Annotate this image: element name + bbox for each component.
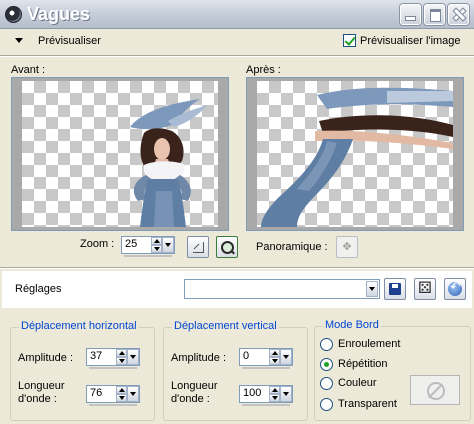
spin-down-icon[interactable] (269, 357, 280, 365)
v-amplitude-spinner[interactable] (269, 349, 280, 365)
v-amplitude-label: Amplitude : (171, 352, 227, 364)
v-wavelength-spinner[interactable] (269, 386, 280, 402)
spin-up-icon[interactable] (116, 349, 127, 357)
before-preview[interactable] (11, 77, 229, 231)
v-wavelength-slider[interactable] (242, 404, 290, 406)
spin-up-icon[interactable] (151, 237, 162, 245)
h-wavelength-label-line2: d'onde : (18, 393, 57, 405)
h-wavelength-dropdown-button[interactable] (127, 386, 139, 402)
v-wavelength-label-line2: d'onde : (171, 393, 210, 405)
radio-transparent[interactable] (320, 398, 333, 411)
show-preview-checkbox[interactable] (343, 34, 356, 47)
v-wavelength-value: 100 (243, 387, 262, 399)
v-wavelength-label-line1: Longueur (171, 380, 218, 392)
edge-mode-title: Mode Bord (323, 319, 381, 331)
v-amplitude-value: 0 (243, 350, 250, 362)
radio-repeat[interactable] (320, 358, 333, 371)
radio-repeat-label[interactable]: Répétition (338, 358, 388, 370)
radio-transparent-label[interactable]: Transparent (338, 398, 397, 410)
spin-up-icon[interactable] (269, 349, 280, 357)
move-icon[interactable]: ✥ (336, 236, 358, 258)
h-wavelength-slider[interactable] (89, 404, 137, 406)
spin-down-icon[interactable] (151, 245, 162, 253)
after-label: Après : (246, 64, 281, 76)
h-amplitude-value: 37 (90, 350, 103, 362)
h-amplitude-slider[interactable] (89, 367, 137, 369)
woman-photo (130, 99, 208, 227)
h-amplitude-spinner[interactable] (116, 349, 127, 365)
radio-color[interactable] (320, 377, 333, 390)
spin-down-icon[interactable] (269, 394, 280, 402)
reset-button[interactable] (444, 278, 466, 300)
preset-select[interactable] (184, 279, 380, 299)
randomize-button[interactable] (414, 278, 436, 300)
zoom-label: Zoom : (80, 238, 115, 250)
horizontal-offset-title: Déplacement horizontal (19, 320, 139, 332)
show-preview-label[interactable]: Prévisualiser l'image (360, 35, 461, 47)
spin-up-icon[interactable] (116, 386, 127, 394)
v-wavelength-dropdown-button[interactable] (280, 386, 292, 402)
vertical-offset-title: Déplacement vertical (172, 320, 279, 332)
minimize-button[interactable] (400, 4, 421, 25)
v-amplitude-input[interactable]: 0 (239, 348, 293, 369)
preset-dropdown-button[interactable] (366, 281, 378, 297)
window-title: Vagues (27, 4, 91, 24)
v-amplitude-slider[interactable] (242, 367, 290, 369)
save-preset-button[interactable] (384, 278, 406, 300)
after-preview[interactable] (246, 77, 464, 231)
collapse-arrow-icon[interactable] (15, 38, 23, 43)
radio-wrap-label[interactable]: Enroulement (338, 338, 400, 350)
close-button[interactable] (448, 4, 469, 25)
spin-up-icon[interactable] (269, 386, 280, 394)
h-wavelength-label-line1: Longueur (18, 380, 65, 392)
transparency-checkerboard (22, 81, 218, 227)
zoom-spinner[interactable] (151, 237, 162, 253)
zoom-slider[interactable] (124, 255, 172, 257)
radio-wrap[interactable] (320, 338, 333, 351)
divider (0, 267, 474, 269)
h-amplitude-label: Amplitude : (18, 352, 74, 364)
h-wavelength-spinner[interactable] (116, 386, 127, 402)
maximize-button[interactable] (424, 4, 445, 25)
zoom-dropdown-button[interactable] (162, 237, 174, 253)
edge-color-swatch[interactable] (410, 375, 460, 405)
h-amplitude-input[interactable]: 37 (86, 348, 140, 369)
horizontal-offset-group: Déplacement horizontal (10, 320, 155, 421)
zoom-fit-button[interactable] (187, 236, 209, 258)
h-wavelength-input[interactable]: 76 (86, 385, 140, 406)
v-wavelength-input[interactable]: 100 (239, 385, 293, 406)
zoom-value: 25 (125, 238, 138, 250)
spin-down-icon[interactable] (116, 357, 127, 365)
divider (0, 55, 474, 57)
v-amplitude-dropdown-button[interactable] (280, 349, 292, 365)
transparency-checkerboard (257, 81, 453, 227)
h-amplitude-dropdown-button[interactable] (127, 349, 139, 365)
before-label: Avant : (11, 64, 46, 76)
preview-section-label: Prévisualiser (38, 35, 101, 47)
title-bar[interactable]: Vagues (0, 0, 474, 29)
app-icon (5, 6, 22, 23)
h-wavelength-value: 76 (90, 387, 103, 399)
settings-label: Réglages (15, 283, 62, 295)
vertical-offset-group: Déplacement vertical (163, 320, 308, 421)
zoom-tool-button[interactable] (216, 236, 238, 258)
zoom-input[interactable]: 25 (121, 236, 175, 257)
radio-color-label[interactable]: Couleur (338, 377, 377, 389)
spin-down-icon[interactable] (116, 394, 127, 402)
pan-label: Panoramique : (256, 241, 328, 253)
wave-distorted-photo (261, 87, 453, 227)
